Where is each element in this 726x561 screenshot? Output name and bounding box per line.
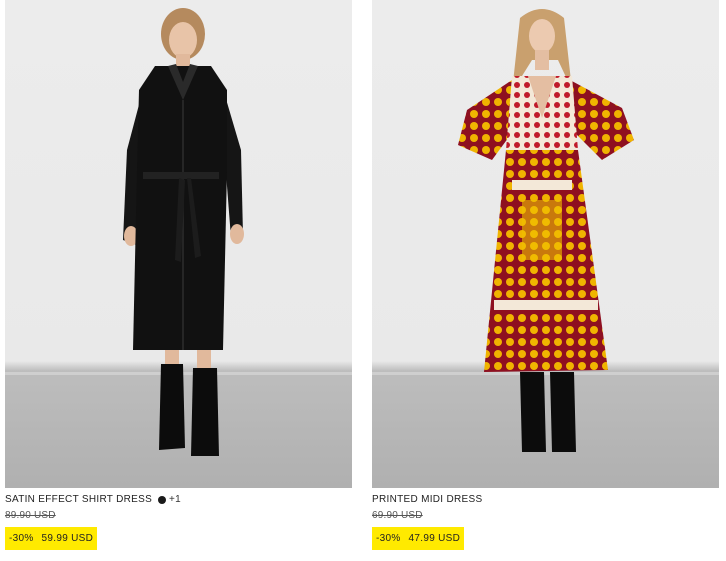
product-card[interactable]: PRINTED MIDI DRESS 69.90 USD -30% 47.99 … xyxy=(372,0,719,550)
product-image[interactable] xyxy=(372,0,719,488)
sale-price: 59.99 USD xyxy=(41,533,94,544)
product-name[interactable]: PRINTED MIDI DRESS xyxy=(372,494,482,505)
discount-percent: -30% xyxy=(9,533,34,544)
discount-percent: -30% xyxy=(376,533,401,544)
original-price: 69.90 USD xyxy=(372,510,423,521)
product-title-row: SATIN EFFECT SHIRT DRESS +1 xyxy=(5,493,352,506)
sale-price-badge: -30% 59.99 USD xyxy=(5,527,98,550)
model-black-satin-dress-image xyxy=(123,8,244,456)
sale-price: 47.99 USD xyxy=(408,533,461,544)
sale-price-badge: -30% 47.99 USD xyxy=(372,527,465,550)
model-printed-midi-dress-image xyxy=(458,9,634,452)
original-price: 89.90 USD xyxy=(5,510,56,521)
product-grid: SATIN EFFECT SHIRT DRESS +1 89.90 USD -3… xyxy=(0,0,726,561)
product-card[interactable]: SATIN EFFECT SHIRT DRESS +1 89.90 USD -3… xyxy=(5,0,352,550)
more-colors-count[interactable]: +1 xyxy=(169,494,181,505)
product-title-row: PRINTED MIDI DRESS xyxy=(372,493,719,506)
color-swatch-icon[interactable] xyxy=(158,495,167,504)
product-image[interactable] xyxy=(5,0,352,488)
product-name[interactable]: SATIN EFFECT SHIRT DRESS xyxy=(5,494,152,505)
